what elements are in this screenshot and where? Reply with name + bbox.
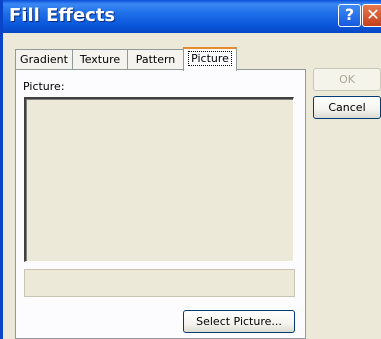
tab-texture-label: Texture <box>79 53 121 66</box>
cancel-button[interactable]: Cancel <box>313 96 381 119</box>
help-icon: ? <box>344 5 355 24</box>
ok-button[interactable]: OK <box>313 68 381 91</box>
tab-pattern-label: Pattern <box>135 53 176 66</box>
fill-effects-dialog: Fill Effects ? ✕ Gradient Texture Patter… <box>0 0 381 339</box>
tab-texture[interactable]: Texture <box>72 49 128 70</box>
picture-name-box <box>24 269 295 297</box>
help-button[interactable]: ? <box>338 4 361 27</box>
picture-label: Picture: <box>23 80 65 93</box>
close-button[interactable]: ✕ <box>362 4 381 27</box>
tab-gradient[interactable]: Gradient <box>15 49 73 70</box>
tab-picture[interactable]: Picture <box>183 47 237 71</box>
picture-preview <box>24 97 294 262</box>
title-bar[interactable]: Fill Effects ? ✕ <box>3 0 381 33</box>
tab-gradient-label: Gradient <box>20 53 68 66</box>
close-icon: ✕ <box>366 5 380 24</box>
dialog-title: Fill Effects <box>9 5 116 26</box>
picture-tab-panel: Picture: Select Picture... <box>15 69 306 339</box>
select-picture-button[interactable]: Select Picture... <box>183 310 295 333</box>
tab-picture-label: Picture <box>188 51 232 66</box>
tab-pattern[interactable]: Pattern <box>127 49 184 70</box>
